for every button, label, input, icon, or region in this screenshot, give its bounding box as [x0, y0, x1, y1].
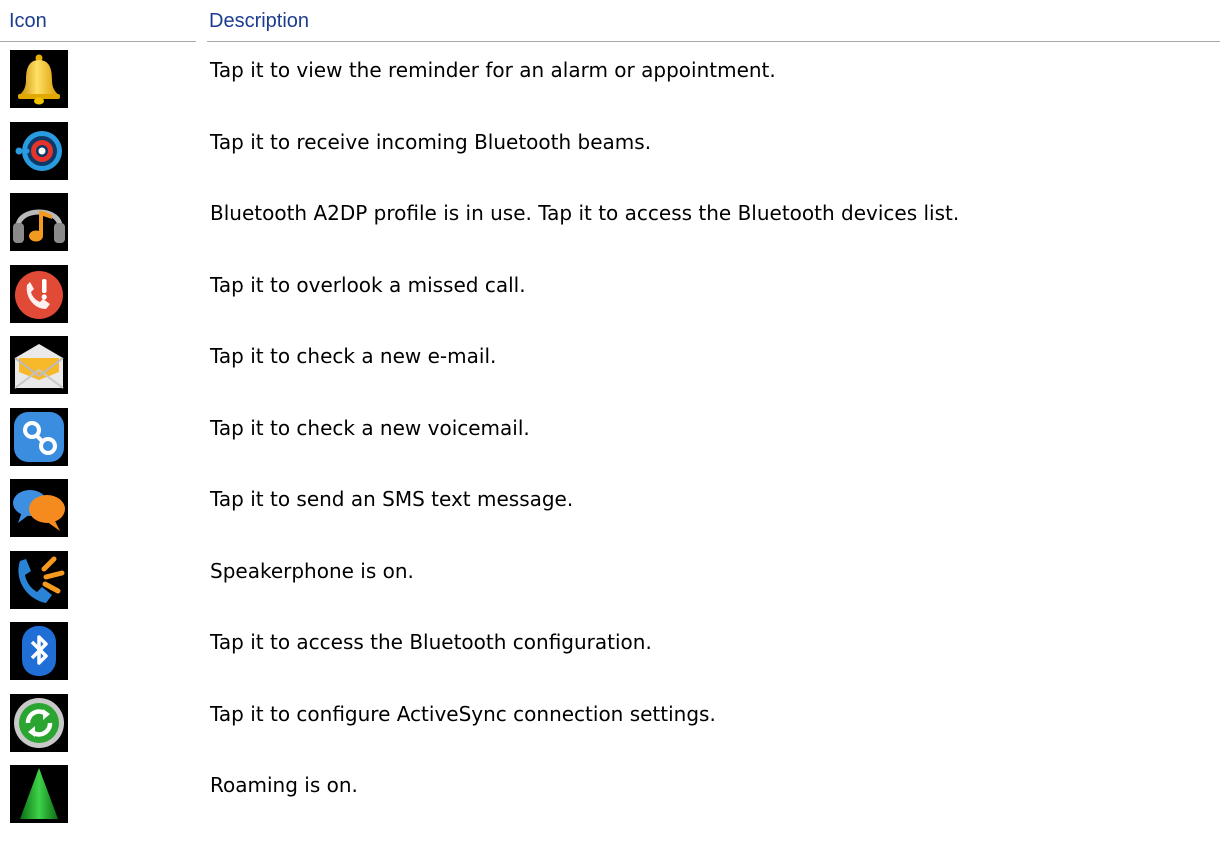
- table-row: Tap it to receive incoming Bluetooth bea…: [0, 117, 1220, 189]
- bluetooth-beam-icon[interactable]: [10, 121, 68, 180]
- row-description: Tap it to receive incoming Bluetooth bea…: [210, 129, 652, 154]
- sms-icon[interactable]: [10, 479, 68, 537]
- bluetooth-icon[interactable]: [10, 622, 68, 680]
- missed-call-icon[interactable]: [10, 264, 68, 323]
- description-column-header: Description: [209, 10, 310, 32]
- headphones-music-icon[interactable]: [10, 193, 68, 251]
- table-row: Bluetooth A2DP profile is in use. Tap it…: [0, 188, 1220, 260]
- table-row: Tap it to view the reminder for an alarm…: [0, 45, 1220, 117]
- row-description: Tap it to access the Bluetooth configura…: [210, 630, 652, 654]
- row-description: Tap it to check a new voicemail.: [210, 415, 530, 440]
- table-row: Roaming is on.: [0, 760, 1220, 832]
- table-row: Tap it to send an SMS text message.: [0, 474, 1220, 546]
- row-description: Tap it to check a new e-mail.: [210, 344, 497, 368]
- table-row: Tap it to overlook a missed call.: [0, 260, 1220, 332]
- table-header: Icon Description: [0, 0, 1220, 44]
- table-row: Tap it to configure ActiveSync connectio…: [0, 689, 1220, 761]
- row-description: Bluetooth A2DP profile is in use. Tap it…: [210, 201, 960, 225]
- speakerphone-icon[interactable]: [10, 550, 68, 609]
- icon-column-header: Icon: [9, 10, 47, 32]
- header-divider-right: [207, 41, 1220, 42]
- row-description: Tap it to send an SMS text message.: [210, 487, 574, 511]
- table-row: Tap it to check a new voicemail.: [0, 403, 1220, 475]
- email-icon[interactable]: [10, 336, 68, 394]
- icon-table: Tap it to view the reminder for an alarm…: [0, 45, 1220, 832]
- voicemail-icon[interactable]: [10, 407, 68, 466]
- row-description: Speakerphone is on.: [210, 558, 414, 583]
- row-description: Tap it to configure ActiveSync connectio…: [210, 701, 716, 726]
- bell-icon[interactable]: [10, 50, 68, 108]
- row-description: Tap it to view the reminder for an alarm…: [210, 58, 776, 82]
- header-divider-left: [0, 41, 196, 42]
- roaming-icon[interactable]: [10, 765, 68, 823]
- table-row: Tap it to check a new e-mail.: [0, 331, 1220, 403]
- row-description: Roaming is on.: [210, 773, 358, 797]
- activesync-icon[interactable]: [10, 693, 68, 752]
- row-description: Tap it to overlook a missed call.: [210, 272, 526, 297]
- table-row: Speakerphone is on.: [0, 546, 1220, 618]
- table-row: Tap it to access the Bluetooth configura…: [0, 617, 1220, 689]
